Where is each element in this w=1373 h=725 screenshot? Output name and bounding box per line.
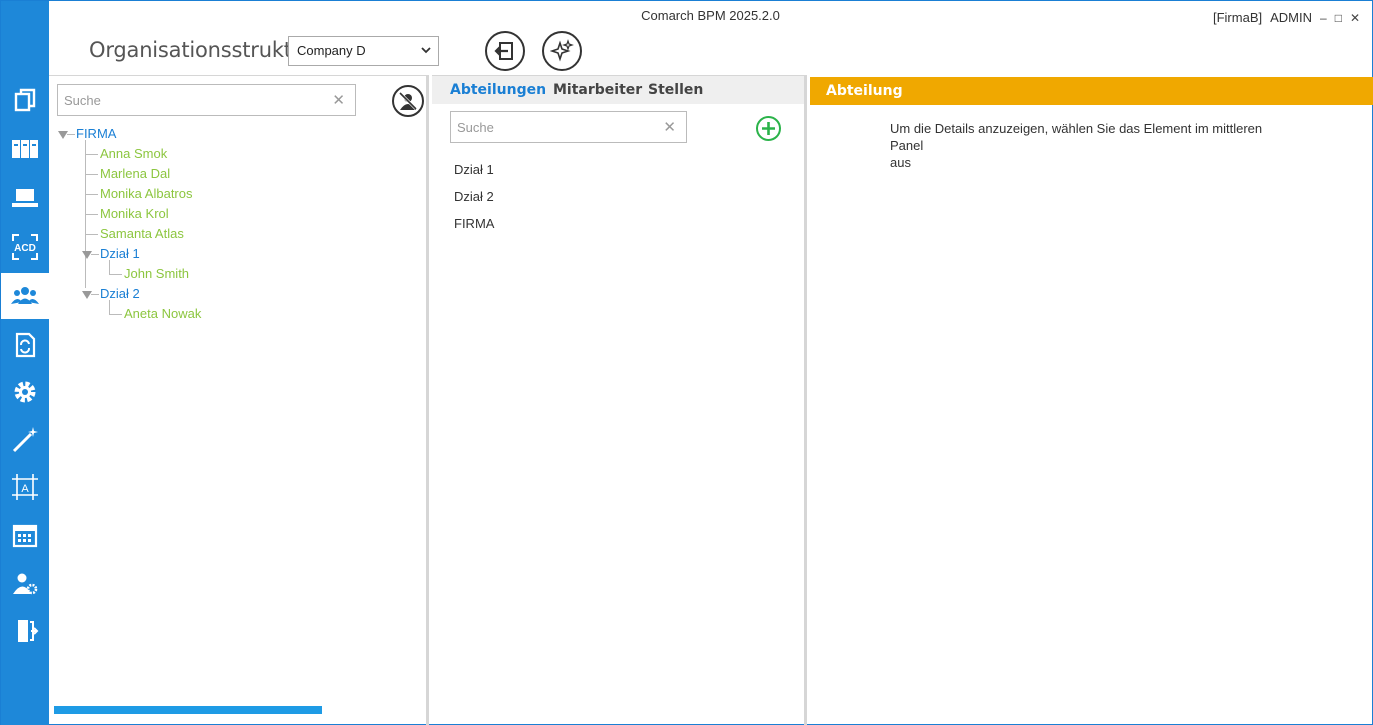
loading-progress-bar <box>54 706 322 714</box>
list-item[interactable]: Dział 1 <box>454 162 494 177</box>
tree-node-employee[interactable]: John Smith <box>124 266 189 281</box>
clear-search-icon[interactable]: ✕ <box>332 91 345 109</box>
details-panel: Abteilung Um die Details anzuzeigen, wäh… <box>810 75 1373 725</box>
chevron-down-icon <box>421 47 431 54</box>
tree-node-employee[interactable]: Aneta Nowak <box>124 306 201 321</box>
clear-search-icon[interactable]: ✕ <box>663 118 676 136</box>
binders-icon <box>12 140 38 158</box>
details-header: Abteilung <box>810 77 1373 105</box>
tree-node-dept[interactable]: Dział 1 <box>100 246 140 261</box>
expand-triangle-icon[interactable] <box>82 291 92 299</box>
details-hint: Um die Details anzuzeigen, wählen Sie da… <box>890 120 1290 171</box>
tree-node-employee[interactable]: Monika Albatros <box>100 186 193 201</box>
sparkle-icon <box>550 39 574 62</box>
expand-triangle-icon[interactable] <box>82 251 92 259</box>
gear-icon <box>14 381 36 403</box>
user-off-icon <box>398 91 418 111</box>
list-item[interactable]: Dział 2 <box>454 189 494 204</box>
maximize-button[interactable]: □ <box>1335 11 1342 25</box>
sidebar-calendar[interactable] <box>1 513 49 559</box>
exit-door-icon <box>18 620 39 642</box>
list-search-placeholder: Suche <box>457 120 494 135</box>
tree-node-employee[interactable]: Marlena Dal <box>100 166 170 181</box>
main-sidebar: ACD A <box>1 1 49 725</box>
minimize-button[interactable]: ‒ <box>1320 11 1327 25</box>
calendar-icon <box>12 524 38 548</box>
sidebar-document-sync[interactable] <box>1 322 49 368</box>
list-item[interactable]: FIRMA <box>454 216 494 231</box>
app-title: Comarch BPM 2025.2.0 <box>641 8 780 23</box>
list-search-input[interactable]: Suche ✕ <box>450 111 687 143</box>
acd-icon: ACD <box>12 234 38 260</box>
sidebar-binders[interactable] <box>1 126 49 172</box>
tree-node-employee[interactable]: Monika Krol <box>100 206 169 221</box>
sidebar-acd[interactable]: ACD <box>1 224 49 270</box>
expand-triangle-icon[interactable] <box>58 131 68 139</box>
add-button[interactable] <box>756 116 781 141</box>
tree-node-employee[interactable]: Samanta Atlas <box>100 226 184 241</box>
sidebar-laptop[interactable] <box>1 175 49 221</box>
tree-node-employee[interactable]: Anna Smok <box>100 146 167 161</box>
company-tag: [FirmaB] <box>1212 10 1263 25</box>
page-title: Organisationsstruktur <box>89 38 314 62</box>
sparkle-button[interactable] <box>542 31 582 71</box>
sidebar-exit[interactable] <box>1 608 49 654</box>
sidebar-text-frame[interactable]: A <box>1 464 49 510</box>
app-window: ACD A Comarch BPM 2025.2.0 [FirmaB] ADMI… <box>0 0 1373 725</box>
details-hint-line2: aus <box>890 155 911 170</box>
magic-wand-icon <box>12 427 38 453</box>
user-area: [FirmaB] ADMIN ‒ □ ✕ <box>1213 10 1360 25</box>
user-settings-icon <box>13 573 38 595</box>
tree-node-root[interactable]: FIRMA <box>76 126 116 141</box>
sidebar-user-settings[interactable] <box>1 561 49 607</box>
laptop-icon <box>12 189 38 207</box>
tree-node-dept[interactable]: Dział 2 <box>100 286 140 301</box>
users-group-icon <box>11 287 39 304</box>
sidebar-settings[interactable] <box>1 369 49 415</box>
tree-search-input[interactable]: Suche ✕ <box>57 84 356 116</box>
svg-text:ACD: ACD <box>14 243 36 254</box>
structure-panel: Suche ✕ FIRMA Anna Smok Marlena Dal Moni… <box>49 75 429 725</box>
document-sync-icon <box>15 332 36 358</box>
tree-search-placeholder: Suche <box>64 93 101 108</box>
title-bar: Comarch BPM 2025.2.0 [FirmaB] ADMIN ‒ □ … <box>49 1 1372 31</box>
tab-abteilungen[interactable]: Abteilungen <box>450 82 546 98</box>
text-frame-icon: A <box>12 474 38 500</box>
documents-icon <box>14 88 36 112</box>
tab-stellen[interactable]: Stellen <box>648 82 703 98</box>
import-button[interactable] <box>485 31 525 71</box>
close-button[interactable]: ✕ <box>1350 11 1360 25</box>
import-icon <box>494 42 513 60</box>
tab-mitarbeiter[interactable]: Mitarbeiter <box>553 82 642 98</box>
sidebar-wizard[interactable] <box>1 416 49 462</box>
company-select-value: Company D <box>297 43 366 58</box>
sidebar-documents[interactable] <box>1 77 49 123</box>
plus-icon <box>762 122 775 135</box>
company-select[interactable]: Company D <box>288 36 439 66</box>
sidebar-organisation[interactable] <box>1 273 49 319</box>
user-filter-button[interactable] <box>392 85 424 117</box>
list-panel: Abteilungen Mitarbeiter Stellen Suche ✕ … <box>432 75 807 725</box>
svg-text:A: A <box>21 483 29 495</box>
details-hint-line1: Um die Details anzuzeigen, wählen Sie da… <box>890 121 1263 153</box>
user-name[interactable]: ADMIN <box>1270 10 1312 25</box>
mid-tab-bar: Abteilungen Mitarbeiter Stellen <box>432 76 804 104</box>
